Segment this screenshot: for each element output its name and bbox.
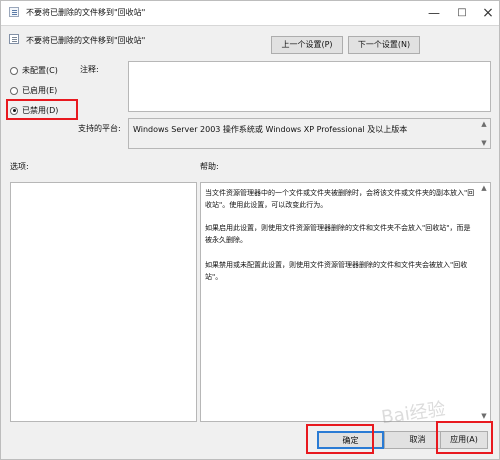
radio-button[interactable] [10, 66, 18, 75]
help-paragraph-1: 当文件资源管理器中的一个文件或文件夹被删除时，会将该文件或文件夹的副本放入"回收… [205, 189, 475, 209]
options-label: 选项: [10, 162, 29, 171]
radio-not-configured[interactable]: 未配置(C) [10, 65, 58, 79]
scroll-down-icon[interactable]: ▼ [478, 138, 490, 148]
maximize-icon[interactable]: □ [453, 5, 471, 21]
previous-setting-button[interactable]: 上一个设置(P) [271, 36, 343, 54]
ok-button-highlight [306, 424, 374, 454]
radio-button[interactable] [10, 86, 18, 95]
comment-label: 注释: [80, 65, 99, 74]
supported-platform-box: Windows Server 2003 操作系统或 Windows XP Pro… [128, 118, 491, 149]
options-panel [10, 182, 197, 422]
window-title: 不要将已删除的文件移到"回收站" [26, 8, 146, 17]
group-policy-dialog: 不要将已删除的文件移到"回收站" — □ × 不要将已删除的文件移到"回收站" … [0, 0, 500, 460]
supported-platform-label: 支持的平台: [78, 124, 121, 133]
policy-name: 不要将已删除的文件移到"回收站" [26, 36, 146, 45]
radio-label: 未配置(C) [22, 66, 58, 75]
supported-platform-text: Windows Server 2003 操作系统或 Windows XP Pro… [133, 125, 408, 134]
policy-setting-icon [9, 34, 19, 44]
help-label: 帮助: [200, 162, 219, 171]
scroll-up-icon[interactable]: ▲ [478, 119, 490, 129]
title-bar: 不要将已删除的文件移到"回收站" — □ × [1, 1, 499, 26]
help-paragraph-3: 如果禁用或未配置此设置，则使用文件资源管理器删除的文件和文件夹会被放入"回收站"… [205, 261, 468, 281]
scroll-up-icon[interactable]: ▲ [478, 183, 490, 193]
policy-header: 不要将已删除的文件移到"回收站" [1, 27, 499, 55]
radio-label: 已启用(E) [22, 86, 58, 95]
help-paragraph-2: 如果启用此设置，则使用文件资源管理器删除的文件和文件夹不会放入"回收站"，而是被… [205, 224, 471, 244]
close-icon[interactable]: × [479, 5, 497, 21]
minimize-icon[interactable]: — [425, 5, 443, 21]
next-setting-button[interactable]: 下一个设置(N) [348, 36, 420, 54]
scroll-down-icon[interactable]: ▼ [478, 411, 490, 421]
policy-icon [9, 7, 19, 17]
help-panel: 当文件资源管理器中的一个文件或文件夹被删除时，会将该文件或文件夹的副本放入"回收… [200, 182, 491, 422]
apply-button-highlight [436, 421, 493, 454]
selected-option-highlight [6, 99, 78, 120]
radio-enabled[interactable]: 已启用(E) [10, 85, 57, 99]
comment-textarea[interactable] [128, 61, 491, 112]
